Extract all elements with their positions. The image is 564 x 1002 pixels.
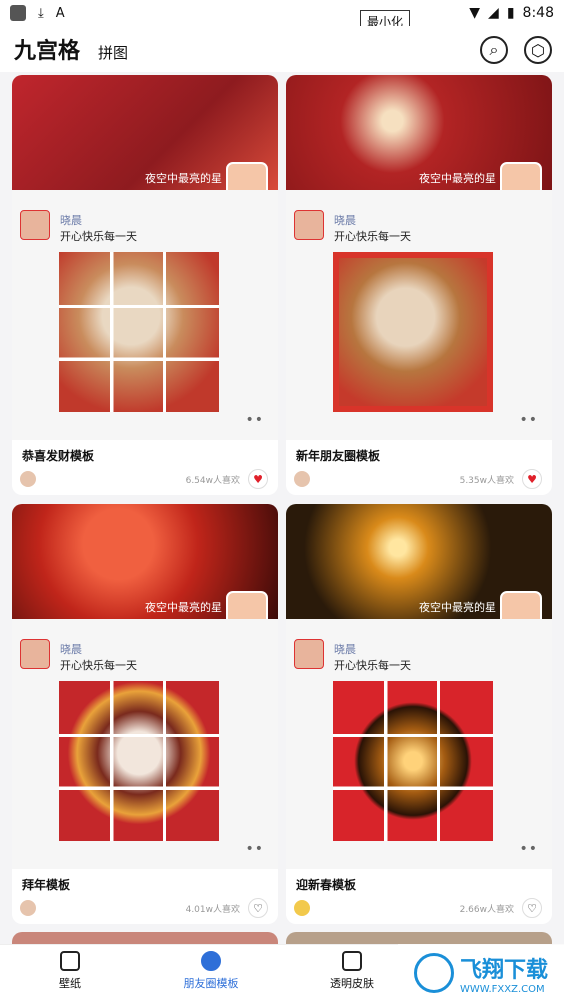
author-avatar: [20, 471, 36, 487]
preview-image: [59, 681, 219, 841]
template-card[interactable]: 夜空中最亮的星 晓晨 开心快乐每一天 •• 恭喜发财模板 6.54w人喜欢 ♥: [12, 75, 278, 495]
heart-icon[interactable]: ♡: [248, 898, 268, 918]
banner-text: 夜空中最亮的星: [145, 172, 222, 185]
watermark-logo-icon: [413, 953, 454, 993]
download-icon: ⤓: [38, 5, 44, 21]
page-title: 九宫格: [14, 39, 81, 64]
card-banner: 夜空中最亮的星: [12, 75, 278, 204]
user-message: 开心快乐每一天: [334, 230, 411, 243]
card-title: 恭喜发财模板: [22, 449, 95, 463]
more-icon[interactable]: ••: [519, 841, 538, 857]
like-count: 4.01w人喜欢: [185, 905, 240, 915]
avatar: [294, 639, 324, 669]
heart-icon[interactable]: ♥: [248, 469, 268, 489]
app-icon: [10, 5, 26, 21]
search-icon[interactable]: ⌕: [480, 36, 508, 64]
user-name: 晓晨: [334, 643, 356, 656]
card-banner: 夜空中最亮的星: [286, 504, 552, 633]
avatar: [294, 210, 324, 240]
template-card[interactable]: 夜空中最亮的星 晓晨 开心快乐每一天 •• 新年朋友圈模板 5.35w人喜欢 ♥: [286, 75, 552, 495]
wifi-icon: ▼: [469, 5, 481, 21]
settings-icon[interactable]: ⬡: [524, 36, 552, 64]
user-message: 开心快乐每一天: [60, 659, 137, 672]
avatar: [20, 639, 50, 669]
shutter-icon: [201, 951, 221, 971]
template-card[interactable]: 夜空中最亮的星 晓晨 开心快乐每一天 •• 迎新春模板 2.66w人喜欢 ♡: [286, 504, 552, 924]
status-time: 8:48: [522, 5, 554, 21]
nav-wallpaper[interactable]: 壁纸: [5, 951, 135, 991]
heart-icon[interactable]: ♥: [522, 469, 542, 489]
author-avatar: [294, 900, 310, 916]
more-icon[interactable]: ••: [245, 841, 264, 857]
banner-text: 夜空中最亮的星: [419, 601, 496, 614]
status-bar: ⤓ A ▼ ◢ ▮ 8:48: [0, 0, 564, 26]
card-partial: [12, 932, 278, 944]
preview-image: [333, 681, 493, 841]
card-title: 新年朋友圈模板: [296, 449, 381, 463]
preview-image: [59, 252, 219, 412]
user-message: 开心快乐每一天: [60, 230, 137, 243]
user-name: 晓晨: [60, 214, 82, 227]
banner-text: 夜空中最亮的星: [145, 601, 222, 614]
banner-text: 夜空中最亮的星: [419, 172, 496, 185]
preview-image: [333, 252, 493, 412]
more-icon[interactable]: ••: [519, 412, 538, 428]
author-avatar: [294, 471, 310, 487]
like-count: 2.66w人喜欢: [459, 905, 514, 915]
card-banner: 夜空中最亮的星: [286, 75, 552, 204]
tab-puzzle[interactable]: 拼图: [98, 42, 128, 63]
heart-icon[interactable]: ♡: [522, 898, 542, 918]
card-partial: [286, 932, 552, 944]
template-card[interactable]: 夜空中最亮的星 晓晨 开心快乐每一天 •• 拜年模板 4.01w人喜欢 ♡: [12, 504, 278, 924]
user-message: 开心快乐每一天: [334, 659, 411, 672]
home-icon: [60, 951, 80, 971]
battery-icon: ▮: [506, 5, 515, 21]
avatar: [20, 210, 50, 240]
a-icon: A: [55, 5, 65, 21]
shirt-icon: [342, 951, 362, 971]
nav-moments-template[interactable]: 朋友圈模板: [146, 951, 276, 991]
author-avatar: [20, 900, 36, 916]
more-icon[interactable]: ••: [245, 412, 264, 428]
watermark: 飞翔下载 WWW.FXXZ.COM: [398, 944, 564, 1002]
user-name: 晓晨: [334, 214, 356, 227]
card-banner: 夜空中最亮的星: [12, 504, 278, 633]
user-name: 晓晨: [60, 643, 82, 656]
signal-icon: ◢: [488, 5, 499, 21]
card-title: 迎新春模板: [296, 878, 357, 892]
card-title: 拜年模板: [22, 878, 71, 892]
like-count: 6.54w人喜欢: [185, 476, 240, 486]
like-count: 5.35w人喜欢: [459, 476, 514, 486]
